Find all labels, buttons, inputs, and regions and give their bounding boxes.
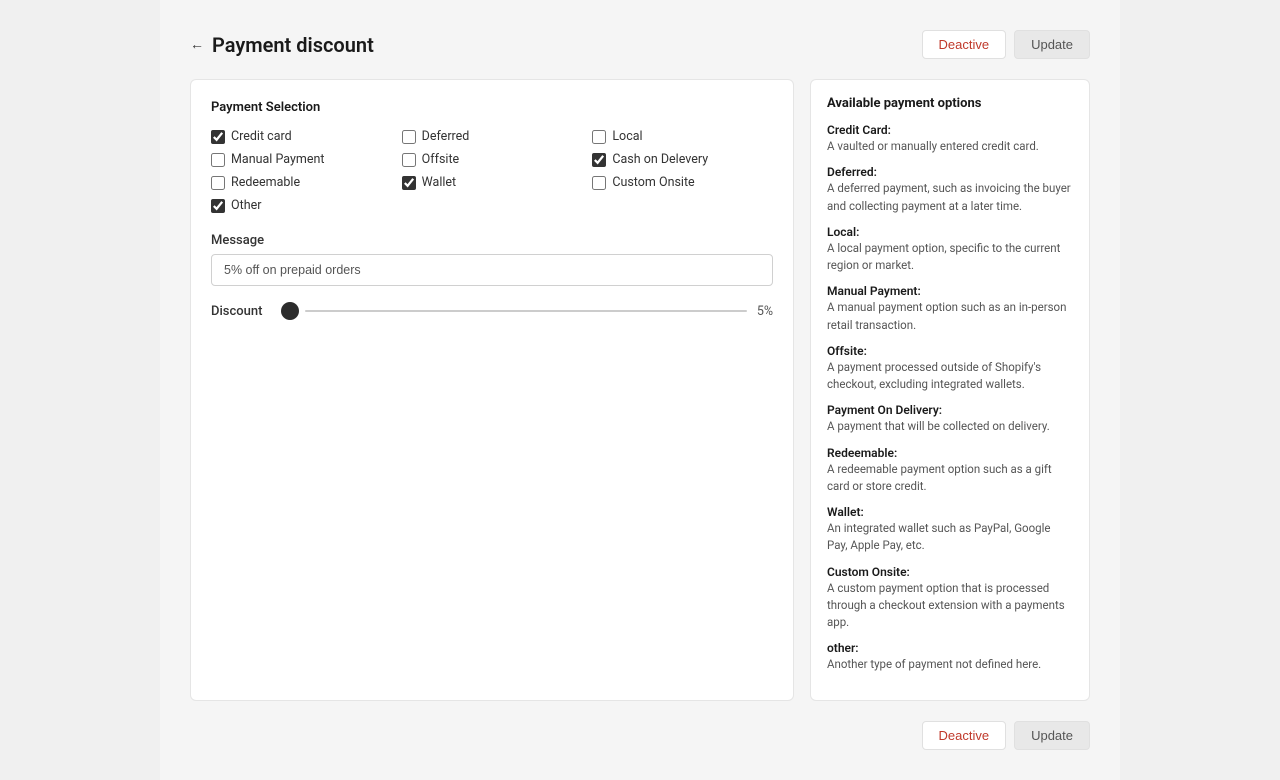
- page-header: ← Payment discount Deactive Update: [190, 30, 1090, 59]
- option-name: Payment On Delivery:: [827, 403, 1073, 417]
- page-title: Payment discount: [212, 33, 374, 57]
- checkbox-item-offsite: Offsite: [402, 152, 583, 167]
- available-options-list: Credit Card:A vaulted or manually entere…: [827, 123, 1073, 674]
- payment-option-item: Wallet:An integrated wallet such as PayP…: [827, 505, 1073, 555]
- option-name: Offsite:: [827, 344, 1073, 358]
- update-button[interactable]: Update: [1014, 30, 1090, 59]
- checkbox-label-deferred: Deferred: [422, 129, 470, 144]
- checkbox-label-offsite: Offsite: [422, 152, 460, 167]
- checkbox-custom_onsite[interactable]: [592, 176, 606, 190]
- back-arrow-icon[interactable]: ←: [190, 36, 204, 53]
- checkbox-item-custom_onsite: Custom Onsite: [592, 175, 773, 190]
- main-container: ← Payment discount Deactive Update Payme…: [160, 0, 1120, 780]
- checkbox-item-redeemable: Redeemable: [211, 175, 392, 190]
- checkbox-local[interactable]: [592, 130, 606, 144]
- message-section: Message: [211, 233, 773, 286]
- option-description: An integrated wallet such as PayPal, Goo…: [827, 520, 1073, 555]
- payment-selection-title: Payment Selection: [211, 100, 773, 115]
- header-left: ← Payment discount: [190, 33, 374, 57]
- checkbox-item-credit_card: Credit card: [211, 129, 392, 144]
- checkbox-label-wallet: Wallet: [422, 175, 457, 190]
- payment-option-item: Payment On Delivery:A payment that will …: [827, 403, 1073, 435]
- slider-track[interactable]: [305, 310, 747, 312]
- message-input[interactable]: [211, 254, 773, 286]
- option-description: A payment processed outside of Shopify's…: [827, 359, 1073, 394]
- checkbox-manual_payment[interactable]: [211, 153, 225, 167]
- payment-option-item: Manual Payment:A manual payment option s…: [827, 284, 1073, 334]
- checkbox-credit_card[interactable]: [211, 130, 225, 144]
- option-description: A vaulted or manually entered credit car…: [827, 138, 1073, 155]
- main-content: Payment Selection Credit card Deferred Loc…: [190, 79, 1090, 701]
- page-wrapper: ← Payment discount Deactive Update Payme…: [0, 0, 1280, 780]
- checkbox-label-custom_onsite: Custom Onsite: [612, 175, 694, 190]
- footer-deactive-button[interactable]: Deactive: [922, 721, 1007, 750]
- checkbox-item-cash_on_delivery: Cash on Delevery: [592, 152, 773, 167]
- option-name: Custom Onsite:: [827, 565, 1073, 579]
- payment-option-item: Credit Card:A vaulted or manually entere…: [827, 123, 1073, 155]
- option-description: A payment that will be collected on deli…: [827, 418, 1073, 435]
- checkbox-other[interactable]: [211, 199, 225, 213]
- option-name: other:: [827, 641, 1073, 655]
- payment-option-item: other:Another type of payment not define…: [827, 641, 1073, 673]
- slider-thumb[interactable]: [281, 302, 299, 320]
- payment-option-item: Redeemable:A redeemable payment option s…: [827, 446, 1073, 496]
- checkbox-label-local: Local: [612, 129, 642, 144]
- deactive-button[interactable]: Deactive: [922, 30, 1007, 59]
- checkbox-item-deferred: Deferred: [402, 129, 583, 144]
- checkbox-item-local: Local: [592, 129, 773, 144]
- footer-buttons: Deactive Update: [190, 721, 1090, 750]
- option-name: Local:: [827, 225, 1073, 239]
- option-description: A deferred payment, such as invoicing th…: [827, 180, 1073, 215]
- header-buttons: Deactive Update: [922, 30, 1091, 59]
- checkbox-item-other: Other: [211, 198, 392, 213]
- option-name: Deferred:: [827, 165, 1073, 179]
- right-panel: Available payment options Credit Card:A …: [810, 79, 1090, 701]
- option-description: A redeemable payment option such as a gi…: [827, 461, 1073, 496]
- checkbox-label-manual_payment: Manual Payment: [231, 152, 324, 167]
- checkbox-item-manual_payment: Manual Payment: [211, 152, 392, 167]
- footer-update-button[interactable]: Update: [1014, 721, 1090, 750]
- option-description: A local payment option, specific to the …: [827, 240, 1073, 275]
- checkbox-label-credit_card: Credit card: [231, 129, 292, 144]
- option-name: Wallet:: [827, 505, 1073, 519]
- option-name: Credit Card:: [827, 123, 1073, 137]
- payment-option-item: Offsite:A payment processed outside of S…: [827, 344, 1073, 394]
- checkboxes-grid: Credit card Deferred Local Manual Payment Of…: [211, 129, 773, 213]
- checkbox-label-other: Other: [231, 198, 261, 213]
- slider-container: [281, 302, 747, 320]
- payment-option-item: Local:A local payment option, specific t…: [827, 225, 1073, 275]
- option-description: A custom payment option that is processe…: [827, 580, 1073, 632]
- checkbox-wallet[interactable]: [402, 176, 416, 190]
- payment-option-item: Deferred:A deferred payment, such as inv…: [827, 165, 1073, 215]
- discount-value: 5%: [757, 304, 773, 319]
- discount-section: Discount 5%: [211, 302, 773, 320]
- discount-label: Discount: [211, 304, 271, 319]
- checkbox-offsite[interactable]: [402, 153, 416, 167]
- checkbox-label-cash_on_delivery: Cash on Delevery: [612, 152, 708, 167]
- left-panel: Payment Selection Credit card Deferred Loc…: [190, 79, 794, 701]
- checkbox-cash_on_delivery[interactable]: [592, 153, 606, 167]
- message-label: Message: [211, 233, 773, 248]
- option-description: A manual payment option such as an in-pe…: [827, 299, 1073, 334]
- checkbox-redeemable[interactable]: [211, 176, 225, 190]
- option-name: Redeemable:: [827, 446, 1073, 460]
- checkbox-label-redeemable: Redeemable: [231, 175, 300, 190]
- payment-option-item: Custom Onsite:A custom payment option th…: [827, 565, 1073, 632]
- option-name: Manual Payment:: [827, 284, 1073, 298]
- available-options-title: Available payment options: [827, 96, 1073, 111]
- option-description: Another type of payment not defined here…: [827, 656, 1073, 673]
- checkbox-item-wallet: Wallet: [402, 175, 583, 190]
- checkbox-deferred[interactable]: [402, 130, 416, 144]
